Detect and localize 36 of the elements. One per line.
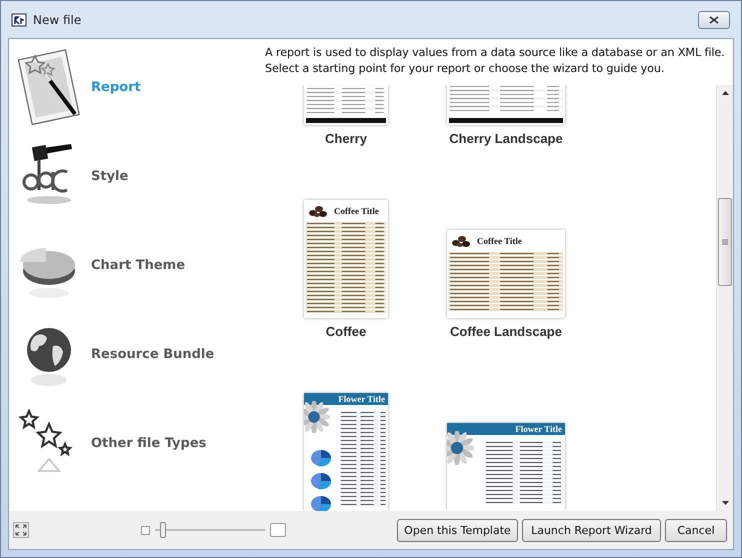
- large-size-icon: [270, 523, 286, 537]
- dialog-button[interactable]: Cancel: [665, 518, 727, 542]
- description-text: A report is used to display values from a data source like a database or an XML file. Select a starting point for your report or choose the wizard to guide you.: [264, 45, 726, 77]
- template-thumbnail[interactable]: Flower Title: [447, 423, 565, 511]
- template-name: Cherry: [325, 131, 367, 146]
- template-name: Coffee: [326, 324, 366, 339]
- zoom-slider[interactable]: [155, 522, 265, 538]
- thumbnail-title: Flower Title: [515, 424, 562, 434]
- sidebar-item[interactable]: Style: [9, 132, 261, 221]
- vertical-scrollbar[interactable]: [716, 85, 733, 511]
- template-thumbnail[interactable]: Coffee Title: [447, 230, 565, 318]
- scroll-down-icon: [722, 501, 728, 505]
- template-thumbnail[interactable]: Flower Title: [304, 393, 388, 511]
- thumbnail-title: Flower Title: [338, 394, 385, 404]
- slider-thumb[interactable]: [160, 522, 166, 538]
- dialog-button[interactable]: Open this Template: [397, 518, 518, 542]
- grip-icon: [722, 239, 728, 245]
- pie-charts-drawing: [308, 448, 334, 511]
- close-button[interactable]: [698, 10, 730, 28]
- thumbnail-title: Coffee Title: [477, 236, 522, 246]
- thumbnail-title: Coffee Title: [334, 206, 379, 216]
- sidebar-item[interactable]: Resource Bundle: [9, 310, 261, 399]
- sidebar-item[interactable]: Other file Types: [9, 399, 261, 488]
- close-icon: [709, 16, 719, 24]
- app-icon: [11, 12, 27, 28]
- template-name: Coffee Landscape: [450, 324, 562, 339]
- window-title: New file: [33, 12, 82, 26]
- fullscreen-button[interactable]: [13, 522, 29, 538]
- template-name: Cherry Landscape: [449, 131, 563, 146]
- small-size-icon: [141, 526, 150, 534]
- dialog-button[interactable]: Launch Report Wizard: [522, 518, 661, 542]
- scroll-thumb[interactable]: [718, 198, 732, 286]
- scroll-up-icon: [722, 91, 728, 95]
- sidebar-item[interactable]: Chart Theme: [9, 221, 261, 310]
- expand-icon: [15, 524, 27, 536]
- template-thumbnail[interactable]: Coffee Title: [304, 200, 388, 318]
